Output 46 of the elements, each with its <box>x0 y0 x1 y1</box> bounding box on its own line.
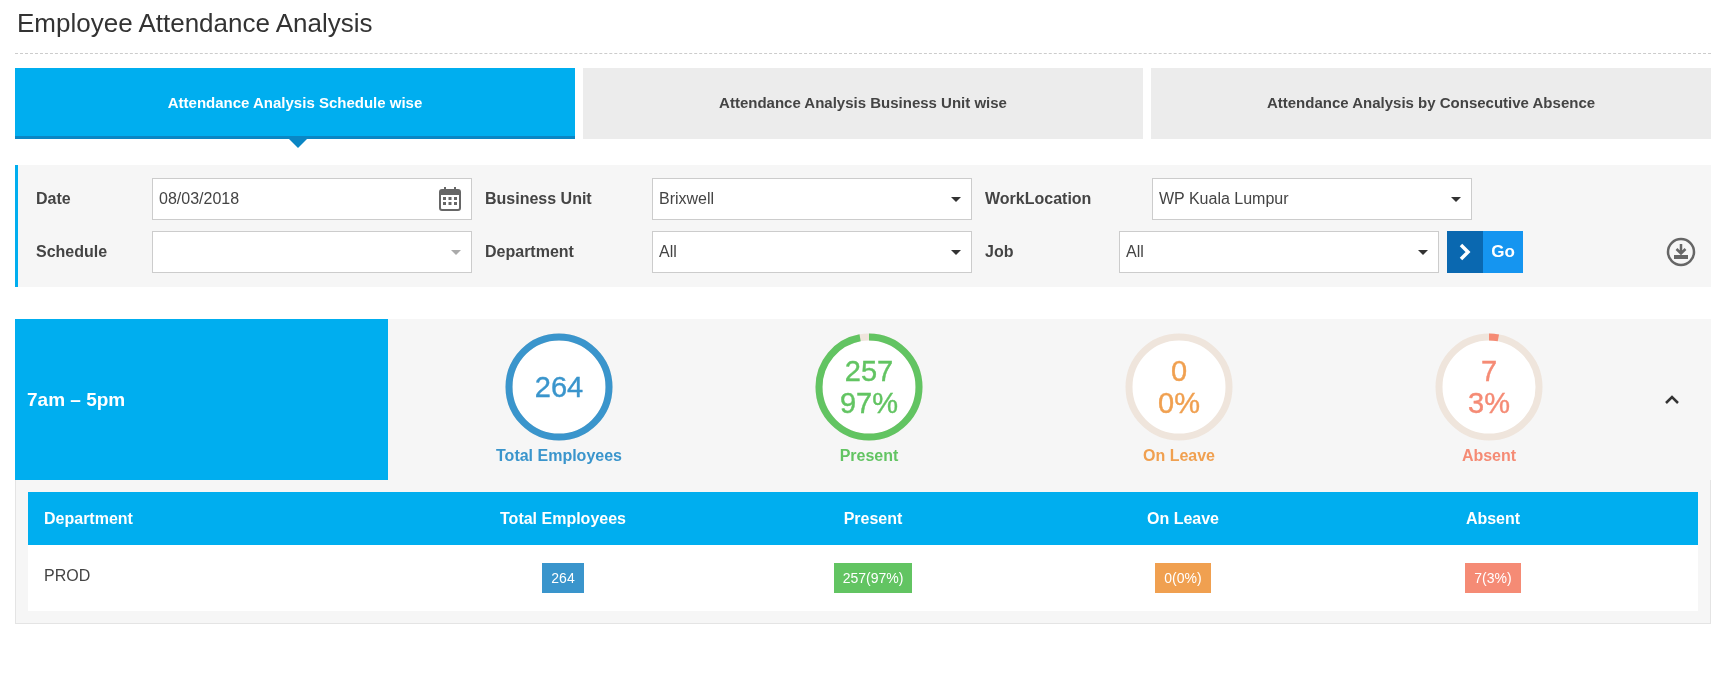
stat-label: Absent <box>1461 447 1517 465</box>
count-badge: 257(97%) <box>833 563 913 593</box>
stat-percent: 0% <box>1158 387 1200 419</box>
count-badge: 264 <box>542 563 584 593</box>
dropdown[interactable]: All <box>1119 231 1439 273</box>
column-header: Absent <box>1464 509 1522 528</box>
column-header: On Leave <box>1146 509 1220 528</box>
count-badge: 7(3%) <box>1465 563 1521 593</box>
tab-pointer <box>288 139 307 148</box>
filter-label: WorkLocation <box>984 190 1093 208</box>
caret-icon <box>1451 196 1461 202</box>
chevron-icon <box>1459 243 1471 261</box>
chevron-up-icon <box>1665 395 1679 404</box>
stat-count: 264 <box>534 371 584 403</box>
stat-label: Present <box>839 447 899 465</box>
schedule-label: 7am – 5pm <box>15 319 388 480</box>
table-cell: PROD <box>44 567 91 584</box>
stat-count: 7 <box>1480 355 1498 387</box>
dropdown[interactable]: Brixwell <box>652 178 972 220</box>
dropdown[interactable]: All <box>652 231 972 273</box>
count-badge: 0(0%) <box>1155 563 1211 593</box>
tab[interactable]: Attendance Analysis Business Unit wise <box>583 68 1143 139</box>
stat-label: On Leave <box>1143 447 1215 465</box>
caret-icon <box>451 249 461 255</box>
date-field[interactable]: 08/03/2018 <box>152 178 472 220</box>
stat-percent: 3% <box>1468 387 1510 419</box>
caret-icon <box>951 196 961 202</box>
column-header: Present <box>842 509 904 528</box>
dropdown[interactable]: WP Kuala Lumpur <box>1152 178 1472 220</box>
stat-count: 0 <box>1170 355 1188 387</box>
calendar-icon[interactable] <box>439 187 461 211</box>
caret-icon <box>951 249 961 255</box>
download-icon[interactable] <box>1666 237 1696 267</box>
column-header: Department <box>43 509 134 528</box>
column-header: Total Employees <box>499 509 627 528</box>
page-title: Employee Attendance Analysis <box>15 0 1711 54</box>
caret-icon <box>1418 249 1428 255</box>
filter-label: Job <box>984 243 1015 261</box>
filter-label: Department <box>484 243 575 261</box>
stat-count: 257 <box>844 355 894 387</box>
filter-label: Schedule <box>35 243 109 261</box>
filter-label: Business Unit <box>484 190 593 208</box>
filter-label: Date <box>35 190 72 208</box>
stat-percent: 97% <box>839 387 898 419</box>
stat-label: Total Employees <box>496 447 622 465</box>
tab[interactable]: Attendance Analysis by Consecutive Absence <box>1151 68 1711 139</box>
